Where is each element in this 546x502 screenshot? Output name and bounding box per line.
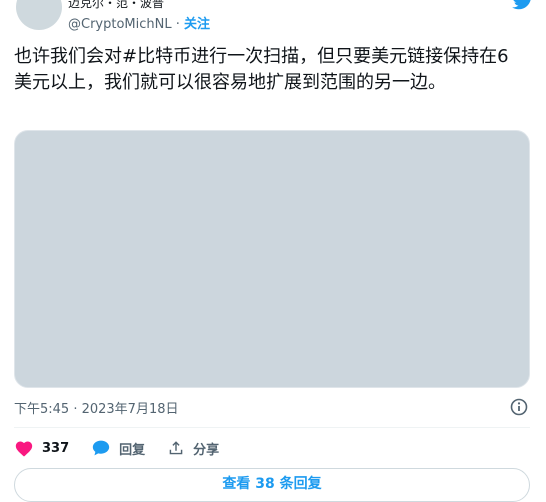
like-button[interactable]: 337 xyxy=(14,439,69,457)
author-name[interactable]: 迈克尔・范・波普 xyxy=(68,0,164,11)
reply-label: 回复 xyxy=(119,442,146,458)
tweet-text: 也许我们会对#比特币进行一次扫描，但只要美元链接保持在6美元以上，我们就可以很容… xyxy=(14,44,514,96)
avatar[interactable] xyxy=(16,0,62,30)
action-bar: 337 回复 分享 xyxy=(14,437,241,459)
info-icon[interactable] xyxy=(510,398,528,416)
reply-button[interactable]: 回复 xyxy=(91,439,145,458)
follow-button[interactable]: 关注 xyxy=(184,17,210,32)
divider xyxy=(14,427,530,428)
reply-bubble-icon xyxy=(92,440,110,456)
share-button[interactable]: 分享 xyxy=(167,439,219,458)
author-name-text[interactable]: 迈克尔・范・波普 xyxy=(68,0,164,10)
view-replies-button[interactable]: 查看 38 条回复 xyxy=(14,468,530,502)
share-icon xyxy=(169,441,183,455)
like-count: 337 xyxy=(42,440,70,456)
tweet-media[interactable] xyxy=(14,130,530,388)
twitter-bird-icon[interactable] xyxy=(512,0,534,10)
separator-dot: · xyxy=(175,17,185,32)
heart-icon xyxy=(15,441,33,457)
author-handle-row: @CryptoMichNL · 关注 xyxy=(68,13,210,32)
author-handle[interactable]: @CryptoMichNL xyxy=(68,17,172,32)
share-label: 分享 xyxy=(193,442,220,458)
tweet-timestamp[interactable]: 下午5:45 · 2023年7月18日 xyxy=(14,398,179,417)
